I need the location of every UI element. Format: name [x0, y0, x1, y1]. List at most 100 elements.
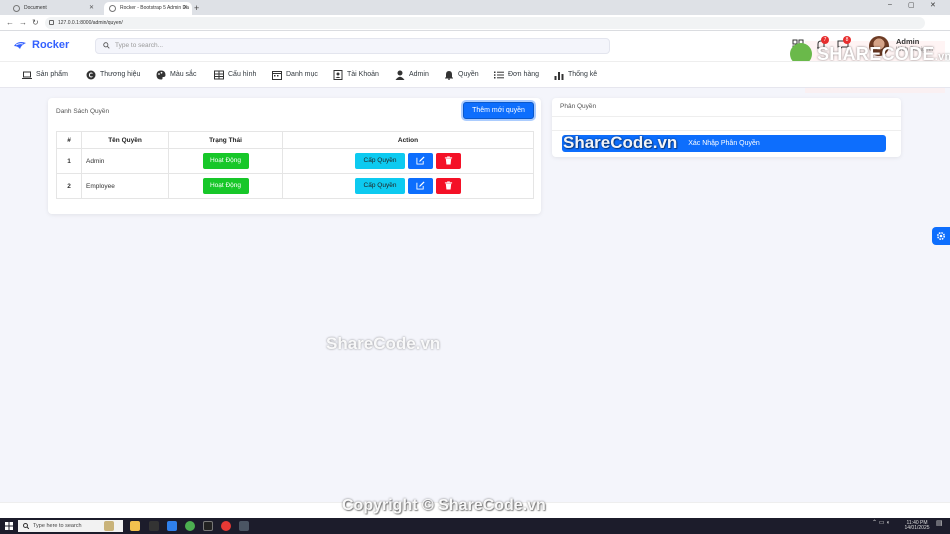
delete-button[interactable]	[436, 178, 461, 194]
permission-table: # Tên Quyền Trạng Thái Action 1 Admin Ho…	[56, 131, 534, 199]
app-icon[interactable]	[221, 521, 231, 531]
edit-button[interactable]	[408, 178, 433, 194]
app-header: Rocker Type to search... 7 8 Admin Web D…	[0, 31, 950, 93]
browser-tab-title: Document	[24, 5, 47, 11]
windows-start-icon[interactable]	[5, 522, 13, 530]
edit-icon	[416, 156, 425, 165]
back-icon[interactable]: ←	[6, 17, 14, 29]
app-icon[interactable]	[239, 521, 249, 531]
column-header: Action	[282, 131, 534, 149]
browser-tab-document[interactable]: Document ✕	[8, 2, 98, 15]
main-menu: Sản phẩm Thương hiệu Màu sắc Cấu hình Da…	[0, 61, 950, 88]
reload-icon[interactable]: ↻	[32, 17, 39, 29]
permission-name: Admin	[81, 148, 169, 174]
column-header: #	[56, 131, 82, 149]
address-bar: ← → ↻ 127.0.0.1:8000/admin/quyen/	[0, 15, 950, 31]
close-icon[interactable]: ✕	[183, 2, 188, 15]
watermark-copyright: Copyright © ShareCode.vn	[342, 497, 546, 514]
menu-label: Quyền	[458, 71, 479, 78]
edit-icon	[416, 181, 425, 190]
browser-tab-title: Rocker - Bootstrap 5 Admin Da	[120, 5, 189, 11]
palette-icon	[156, 70, 166, 80]
table-icon	[214, 70, 224, 80]
menu-label: Tài Khoản	[347, 71, 379, 78]
delete-button[interactable]	[436, 153, 461, 169]
widget-icon[interactable]	[104, 521, 114, 531]
search-icon	[23, 523, 29, 529]
settings-button[interactable]	[932, 227, 950, 245]
close-icon[interactable]: ✕	[89, 2, 94, 15]
bell-icon	[445, 71, 453, 80]
menu-label: Sản phẩm	[36, 71, 68, 78]
column-header: Trạng Thái	[168, 131, 283, 149]
divider	[552, 116, 901, 117]
browser-tab-bar: Document ✕ Rocker - Bootstrap 5 Admin Da…	[0, 0, 950, 15]
trash-icon	[444, 181, 453, 190]
laptop-icon	[22, 71, 32, 79]
grant-permission-button[interactable]: Cấp Quyền	[355, 153, 405, 169]
trash-icon	[444, 156, 453, 165]
browser-tab-rocker[interactable]: Rocker - Bootstrap 5 Admin Da ✕	[104, 2, 192, 15]
watermark-text: ShareCode.vn	[326, 334, 441, 353]
action-cell: Cấp Quyền	[282, 148, 534, 174]
forward-icon[interactable]: →	[19, 17, 27, 29]
search-icon	[103, 42, 110, 49]
new-tab-button[interactable]: +	[194, 2, 199, 14]
menu-label: Đơn hàng	[508, 71, 540, 78]
watermark-text: ShareCode.vn	[563, 133, 678, 152]
chrome-icon[interactable]	[185, 521, 195, 531]
search-placeholder: Type to search...	[115, 42, 164, 49]
table-row: 1 Admin Hoạt Động Cấp Quyền	[56, 148, 534, 174]
taskbar-search-placeholder: Type here to search	[33, 523, 82, 529]
file-explorer-icon[interactable]	[130, 521, 140, 531]
menu-label: Thống kê	[568, 71, 598, 78]
message-badge: 8	[843, 36, 851, 44]
copyright-icon	[86, 70, 96, 80]
info-icon	[49, 20, 54, 25]
table-row: 2 Employee Hoạt Động Cấp Quyền	[56, 173, 534, 199]
grant-permission-button[interactable]: Cấp Quyền	[355, 178, 405, 194]
maximize-icon[interactable]: ▢	[908, 1, 915, 9]
cmd-icon[interactable]	[203, 521, 213, 531]
menu-label: Cấu hình	[228, 71, 257, 78]
menu-label: Danh mục	[286, 71, 318, 78]
tray-icons[interactable]: ⌃ ▭ ◖	[872, 520, 890, 526]
edit-button[interactable]	[408, 153, 433, 169]
rocket-logo-icon	[14, 42, 26, 49]
url-text: 127.0.0.1:8000/admin/quyen/	[58, 20, 123, 26]
search-input[interactable]: Type to search...	[95, 38, 610, 54]
status-cell: Hoạt Động	[168, 148, 283, 174]
gear-icon	[937, 232, 945, 240]
globe-icon	[13, 5, 20, 12]
vscode-icon[interactable]	[167, 521, 177, 531]
card-title: Phân Quyền	[560, 103, 597, 110]
status-badge[interactable]: Hoạt Động	[202, 153, 249, 169]
menu-label: Thương hiệu	[100, 71, 141, 78]
close-window-icon[interactable]: ✕	[930, 1, 936, 9]
notification-badge: 7	[821, 36, 829, 44]
contact-card-icon	[333, 70, 343, 80]
notification-center-icon[interactable]: ▤	[936, 520, 943, 527]
list-icon	[494, 71, 504, 79]
status-cell: Hoạt Động	[168, 173, 283, 199]
calendar-icon	[272, 71, 282, 80]
url-field[interactable]: 127.0.0.1:8000/admin/quyen/	[45, 17, 925, 29]
permission-name: Employee	[81, 173, 169, 199]
permission-list-card: Danh Sách Quyền Thêm mới quyền # Tên Quy…	[48, 98, 541, 214]
clock-date: 14/01/2025	[904, 525, 930, 531]
add-permission-button[interactable]: Thêm mới quyền	[463, 102, 534, 119]
minimize-icon[interactable]: –	[888, 1, 892, 8]
column-header: Tên Quyền	[81, 131, 169, 149]
row-index: 1	[56, 148, 82, 174]
row-index: 2	[56, 173, 82, 199]
clock[interactable]: 11:40 PM 14/01/2025	[904, 521, 930, 531]
terminal-icon[interactable]	[149, 521, 159, 531]
status-badge[interactable]: Hoạt Động	[202, 178, 249, 194]
action-cell: Cấp Quyền	[282, 173, 534, 199]
app-logo[interactable]: Rocker	[32, 39, 69, 51]
table-header-row: # Tên Quyền Trạng Thái Action	[56, 131, 534, 149]
menu-label: Admin	[409, 71, 429, 78]
os-taskbar: Type here to search ⌃ ▭ ◖ 11:40 PM 14/01…	[0, 518, 950, 534]
divider	[552, 130, 901, 131]
menu-label: Màu sắc	[170, 71, 197, 78]
